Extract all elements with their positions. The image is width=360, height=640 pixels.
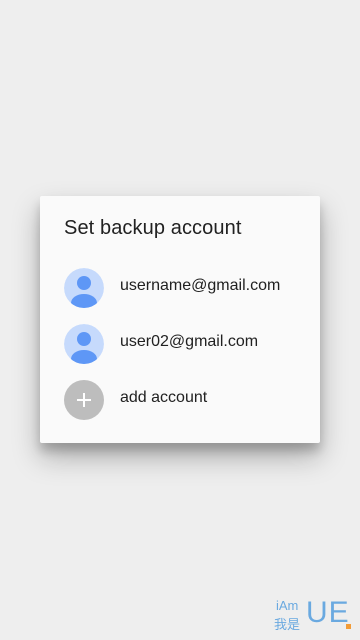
account-email: user02@gmail.com bbox=[120, 333, 259, 350]
watermark-ue: UE bbox=[306, 596, 350, 629]
watermark-dot bbox=[346, 624, 351, 629]
watermark-logo: iAm 我是 UE bbox=[274, 596, 354, 633]
account-avatar-icon bbox=[64, 268, 104, 308]
account-item-user02[interactable]: user02@gmail.com bbox=[40, 315, 320, 371]
account-item-username[interactable]: username@gmail.com bbox=[40, 259, 320, 315]
plus-icon bbox=[64, 380, 104, 420]
backup-account-dialog: Set backup account username@gmail.com us… bbox=[40, 196, 320, 443]
screen: Set backup account username@gmail.com us… bbox=[0, 0, 360, 640]
account-avatar-icon bbox=[64, 324, 104, 364]
watermark-iam: iAm bbox=[276, 598, 299, 613]
watermark-cn: 我是 bbox=[274, 618, 301, 633]
dialog-title: Set backup account bbox=[64, 217, 242, 239]
add-account-label: add account bbox=[120, 389, 208, 406]
account-email: username@gmail.com bbox=[120, 277, 281, 294]
add-account-item[interactable]: add account bbox=[40, 371, 320, 427]
